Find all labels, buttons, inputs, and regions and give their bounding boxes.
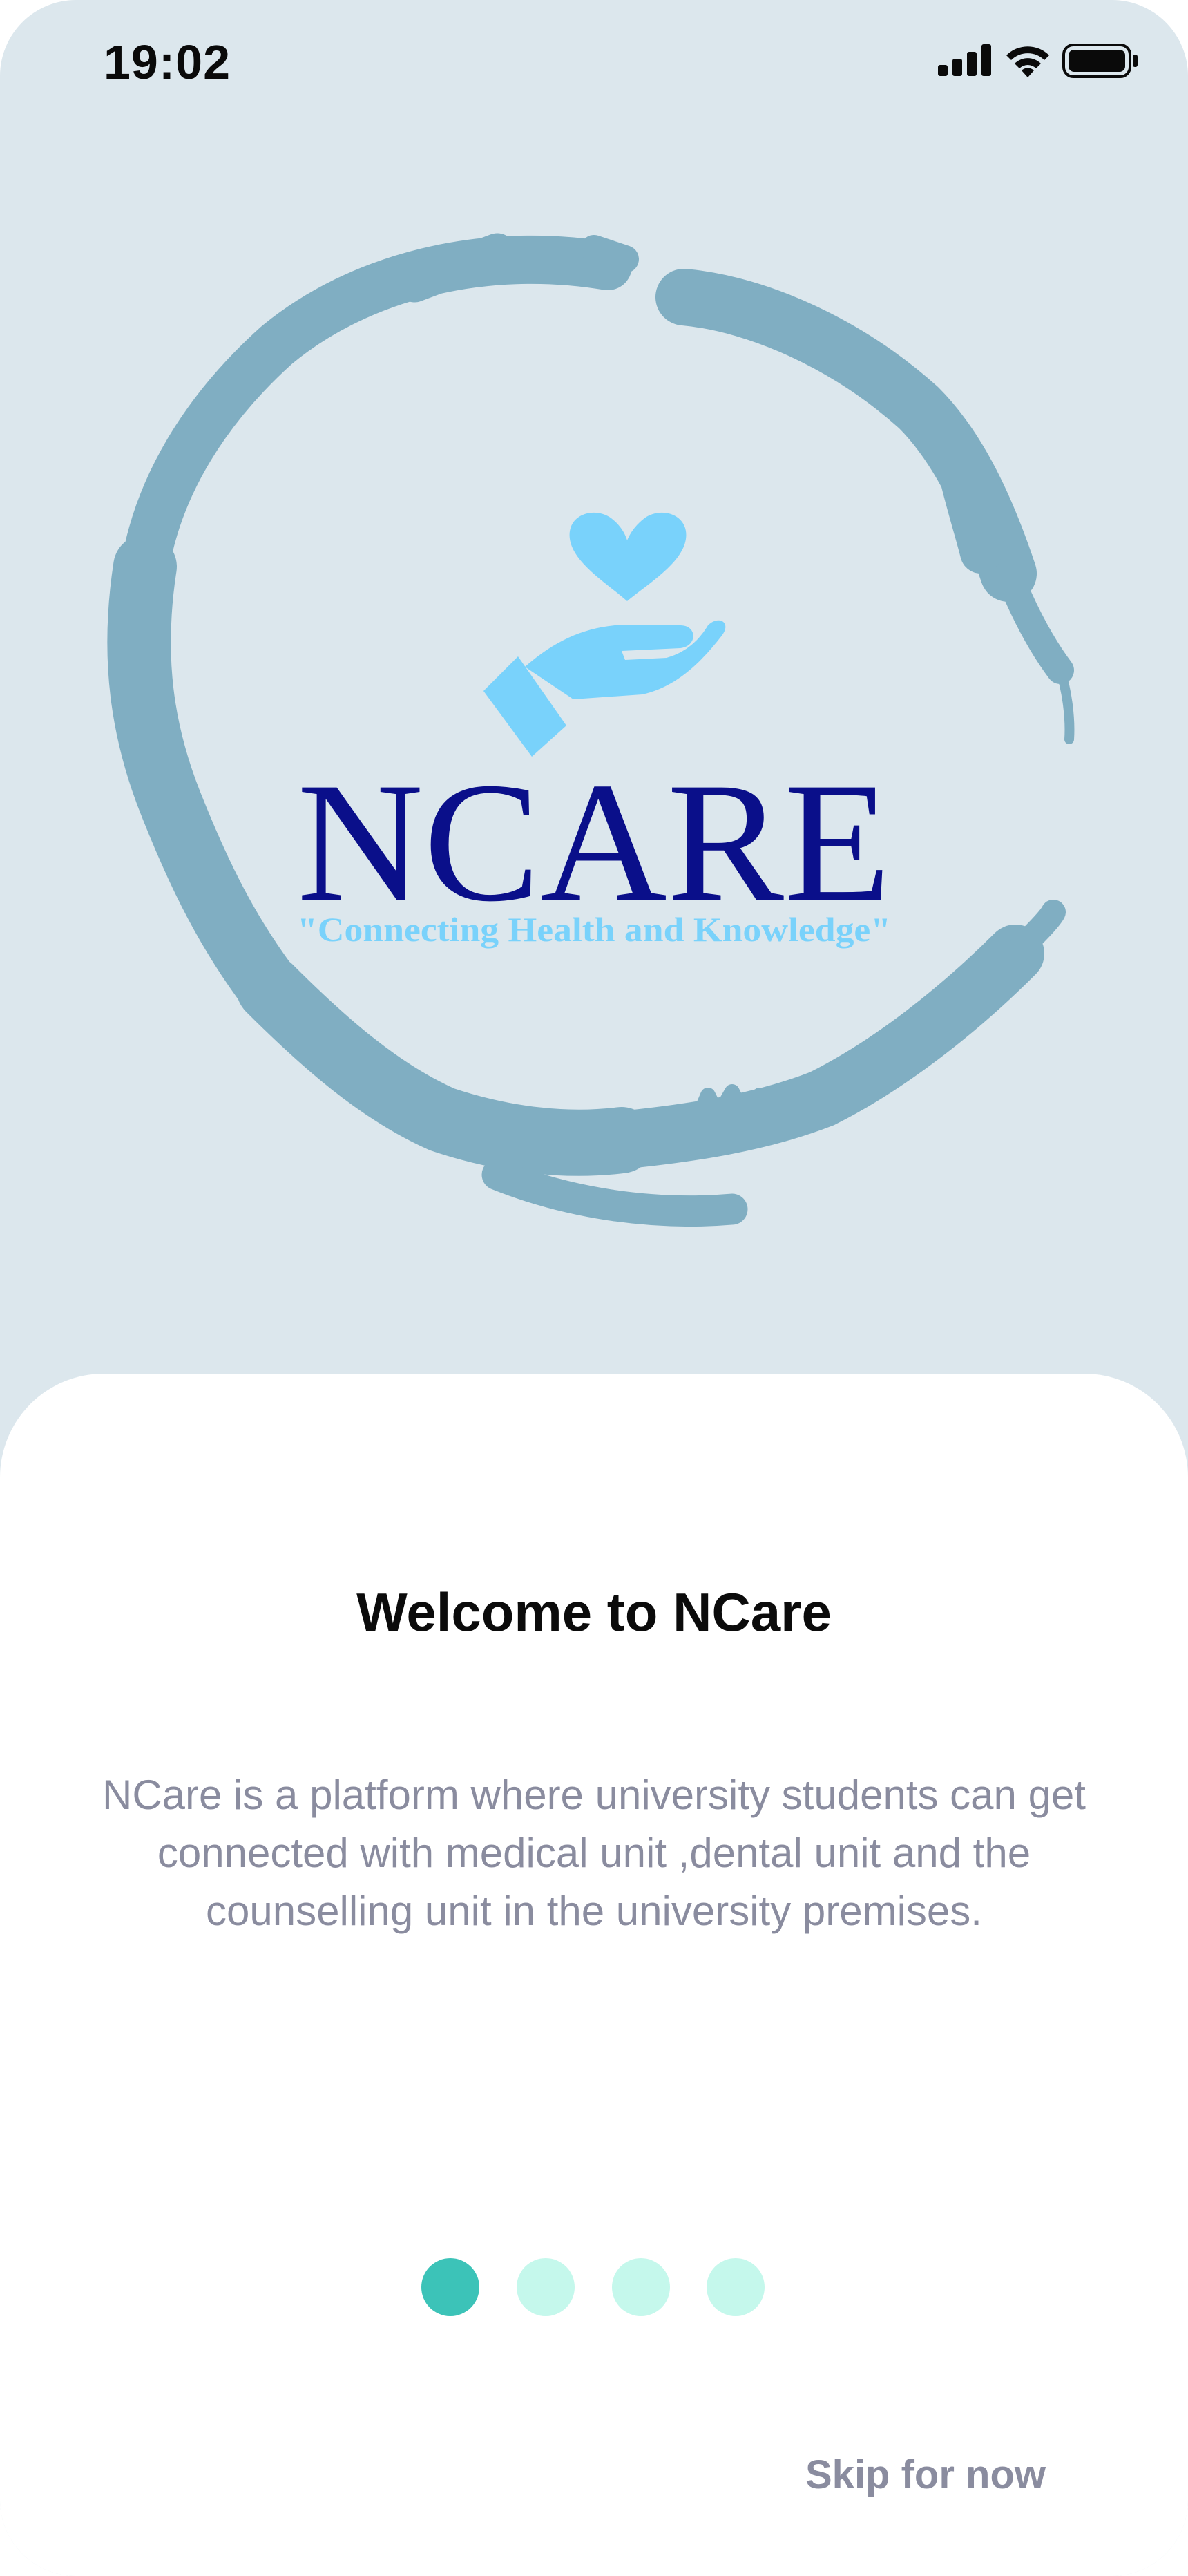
cellular-signal-icon <box>938 44 991 76</box>
ncare-logo: NCARE "Connecting Health and Knowledge" <box>107 233 1075 1227</box>
wifi-icon <box>1006 46 1049 77</box>
skip-button[interactable]: Skip for now <box>805 2452 1046 2498</box>
page-indicator <box>421 2258 767 2316</box>
welcome-description: NCare is a platform where university stu… <box>102 1772 1086 1934</box>
brush-ring <box>107 233 1075 1227</box>
ncare-tagline: "Connecting Health and Knowledge" <box>297 910 891 949</box>
page-dot-1[interactable] <box>421 2258 479 2316</box>
heart-icon <box>569 512 687 601</box>
battery-icon <box>1062 44 1138 78</box>
hand-icon <box>483 620 726 757</box>
onboarding-screen: 19:02 NCARE "Connecting Health and Knowl… <box>0 0 1188 2576</box>
page-dot-3[interactable] <box>612 2258 670 2316</box>
welcome-title: Welcome to NCare <box>356 1582 832 1642</box>
hero-logo-area: NCARE "Connecting Health and Knowledge" <box>0 131 1188 1375</box>
page-dot-2[interactable] <box>517 2258 575 2316</box>
page-dot-4[interactable] <box>707 2258 765 2316</box>
ncare-wordmark: NCARE <box>297 747 891 937</box>
status-bar: 19:02 <box>0 0 1188 131</box>
onboarding-card: Welcome to NCare NCare is a platform whe… <box>0 1374 1188 2576</box>
status-time: 19:02 <box>104 35 231 89</box>
